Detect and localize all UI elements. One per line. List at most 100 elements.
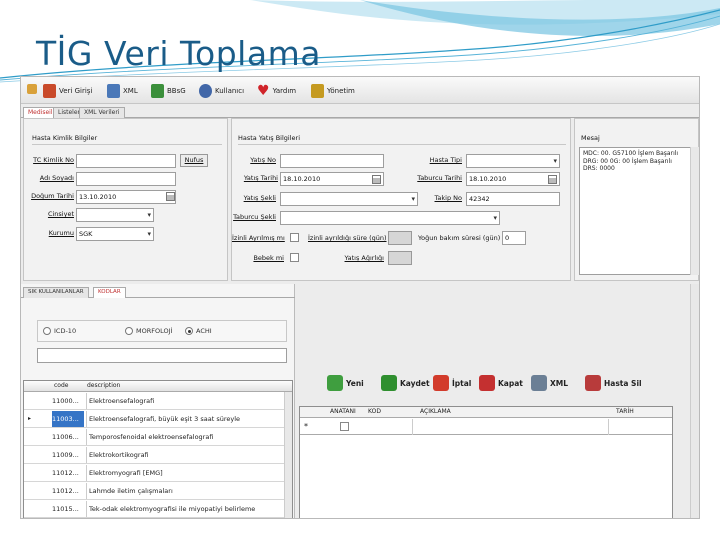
yatis-agirlik-input[interactable] — [388, 251, 412, 265]
cancel-icon — [433, 375, 449, 391]
icd10-radio[interactable] — [43, 327, 51, 335]
action-cancel-button[interactable]: İptal — [433, 372, 471, 394]
code-tab-strip: SIK KULLANILANLAR KODLAR — [21, 286, 295, 298]
user-icon — [199, 83, 212, 98]
code-grid-row[interactable]: 11012... Elektromyografi [EMG] — [24, 465, 284, 482]
achi-radio[interactable] — [185, 327, 193, 335]
data-entry-icon — [43, 83, 56, 98]
birth-date-input[interactable]: 13.10.2010 — [76, 190, 176, 204]
diagnosis-new-row[interactable]: * — [300, 419, 672, 435]
yatis-no-input[interactable] — [280, 154, 384, 168]
yatis-tarihi-label: Yatış Tarihi — [243, 174, 278, 182]
divider — [238, 144, 566, 145]
hasta-tipi-label: Hasta Tipi — [429, 156, 462, 164]
gender-select[interactable] — [76, 208, 154, 222]
izinli-checkbox[interactable] — [290, 233, 299, 242]
izinli-label: İzinli Ayrılmış mı — [232, 234, 285, 242]
description-cell: Elektrokortikografi — [86, 447, 282, 463]
tab-codes[interactable]: KODLAR — [93, 287, 126, 298]
delete-patient-icon — [585, 375, 601, 391]
izinli-gun-label: İzinli ayrıldığı süre (gün) — [308, 234, 387, 242]
slide-title: TİG Veri Toplama — [36, 34, 321, 73]
morfoloji-radio[interactable] — [125, 327, 133, 335]
toolbar-label: BBsG — [167, 86, 186, 95]
taburcu-tarihi-input[interactable]: 18.10.2010 — [466, 172, 560, 186]
diagnosis-grid: ANATANI KOD AÇIKLAMA TARİH * — [299, 406, 673, 518]
action-new-button[interactable]: Yeni — [327, 372, 364, 394]
hasta-tipi-select[interactable] — [466, 154, 560, 168]
anatani-checkbox[interactable] — [340, 422, 349, 431]
bebek-checkbox[interactable] — [290, 253, 299, 262]
calendar-icon[interactable] — [548, 175, 557, 184]
izinli-gun-input[interactable] — [388, 231, 412, 245]
yatis-tarihi-input[interactable]: 18.10.2010 — [280, 172, 384, 186]
admission-panel-title: Hasta Yatış Bilgileri — [238, 134, 301, 142]
action-label: XML — [550, 378, 569, 388]
nufus-button[interactable]: Nufus — [180, 154, 208, 167]
gender-label: Cinsiyet — [47, 210, 74, 218]
calendar-icon[interactable] — [372, 175, 381, 184]
action-delete-patient-button[interactable]: Hasta Sil — [585, 372, 642, 394]
calendar-icon[interactable] — [166, 192, 175, 201]
panel-scrollbar[interactable] — [690, 284, 699, 518]
yatis-sekli-select[interactable] — [280, 192, 418, 206]
code-grid-row[interactable]: 11000... Elektroensefalografi — [24, 393, 284, 410]
taburcu-sekli-label: Taburcu Şekli — [233, 213, 276, 221]
aciklama-column-header: AÇIKLAMA — [420, 408, 451, 415]
yatis-sekli-label: Yatış Şekli — [243, 194, 276, 202]
folder-icon — [107, 83, 120, 98]
kod-column-header: KOD — [368, 408, 381, 415]
takip-no-input[interactable]: 42342 — [466, 192, 560, 206]
code-cell: 11009... — [52, 451, 79, 459]
description-column-header: description — [87, 382, 121, 389]
toolbar-data-entry-button[interactable]: Veri Girişi — [43, 81, 92, 100]
code-grid-scrollbar[interactable] — [284, 392, 292, 518]
description-cell: Lahmde iletim çalışmaları — [86, 483, 282, 499]
heart-icon: ♥ — [257, 82, 270, 99]
code-grid-row[interactable]: 11006... Temporosfenoidal elektroensefalo… — [24, 429, 284, 446]
message-scrollbar[interactable] — [690, 147, 699, 275]
tab-frequent[interactable]: SIK KULLANILANLAR — [23, 287, 89, 298]
code-cell: 11012... — [52, 487, 79, 495]
action-xml-button[interactable]: XML — [531, 372, 568, 394]
tc-input[interactable] — [76, 154, 176, 168]
yatis-no-label: Yatış No — [250, 156, 276, 164]
tab-xml-verileri[interactable]: XML Verileri — [79, 107, 125, 118]
toolbar-label: Veri Girişi — [59, 86, 93, 95]
app-window: Veri Girişi XML BBsG Kullanıcı ♥ Yardım … — [20, 76, 700, 519]
toolbar-label: Yönetim — [327, 86, 355, 95]
code-cell: 11003... — [52, 411, 84, 427]
code-grid-row[interactable]: 11012... Lahmde iletim çalışmaları — [24, 483, 284, 500]
description-cell: Tek-odak elektromyografisi ile miyopatiy… — [86, 501, 282, 517]
toolbar-user-button[interactable]: Kullanıcı — [199, 81, 244, 100]
toolbar-bbsg-button[interactable]: BBsG — [151, 81, 186, 100]
app-logo-icon — [27, 84, 37, 94]
chart-icon — [151, 83, 164, 98]
yogun-bakim-input[interactable]: 0 — [502, 231, 526, 245]
description-cell: Elektroensefalografi — [86, 393, 282, 409]
action-label: İptal — [452, 378, 472, 388]
action-close-button[interactable]: Kapat — [479, 372, 523, 394]
toolbar-admin-button[interactable]: Yönetim — [311, 81, 355, 100]
action-check-button[interactable]: Kaydet — [381, 372, 430, 394]
action-label: Kapat — [498, 378, 523, 388]
code-search-input[interactable] — [37, 348, 287, 363]
description-cell: Elektroensefalografi, büyük eşit 3 saat … — [86, 411, 282, 427]
toolbar-label: Yardım — [272, 86, 297, 95]
description-cell: Temporosfenoidal elektroensefalografi — [86, 429, 282, 445]
tarih-column-header: TARİH — [616, 408, 634, 415]
code-grid-row[interactable]: 11015... Tek-odak elektromyografisi ile m… — [24, 501, 284, 518]
toolbar-help-button[interactable]: ♥ Yardım — [257, 81, 296, 100]
row-selector[interactable]: ▸ — [28, 411, 48, 427]
code-cell: 11006... — [52, 433, 79, 441]
institution-select[interactable]: SGK — [76, 227, 154, 241]
name-input[interactable] — [76, 172, 176, 186]
taburcu-sekli-select[interactable] — [280, 211, 500, 225]
toolbar-xml-button[interactable]: XML — [107, 81, 138, 100]
close-icon — [479, 375, 495, 391]
gear-icon — [311, 83, 324, 98]
icd10-label: ICD-10 — [54, 327, 77, 335]
achi-label: ACHI — [196, 327, 212, 335]
code-grid-row[interactable]: ▸ 11003... Elektroensefalografi, büyük eşi… — [24, 411, 284, 428]
code-grid-row[interactable]: 11009... Elektrokortikografi — [24, 447, 284, 464]
